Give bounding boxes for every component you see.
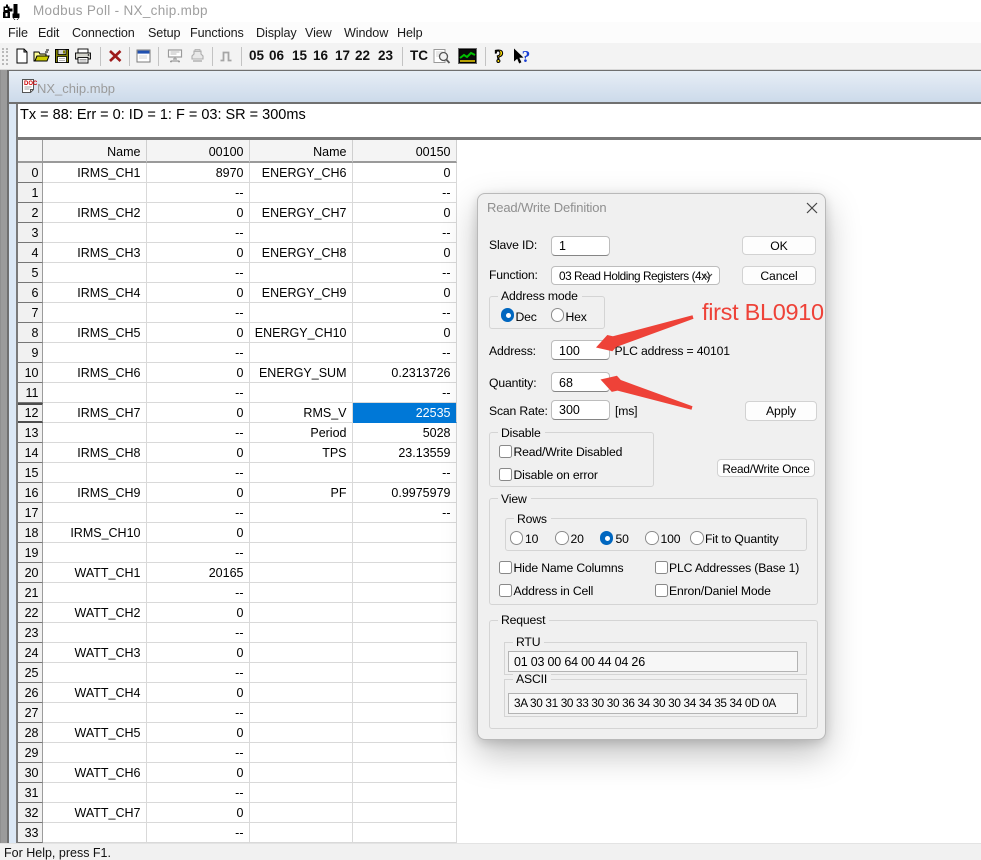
svg-text:DOC: DOC (24, 81, 37, 87)
svg-text:?: ? (522, 48, 531, 66)
svg-text:?: ? (494, 48, 504, 66)
